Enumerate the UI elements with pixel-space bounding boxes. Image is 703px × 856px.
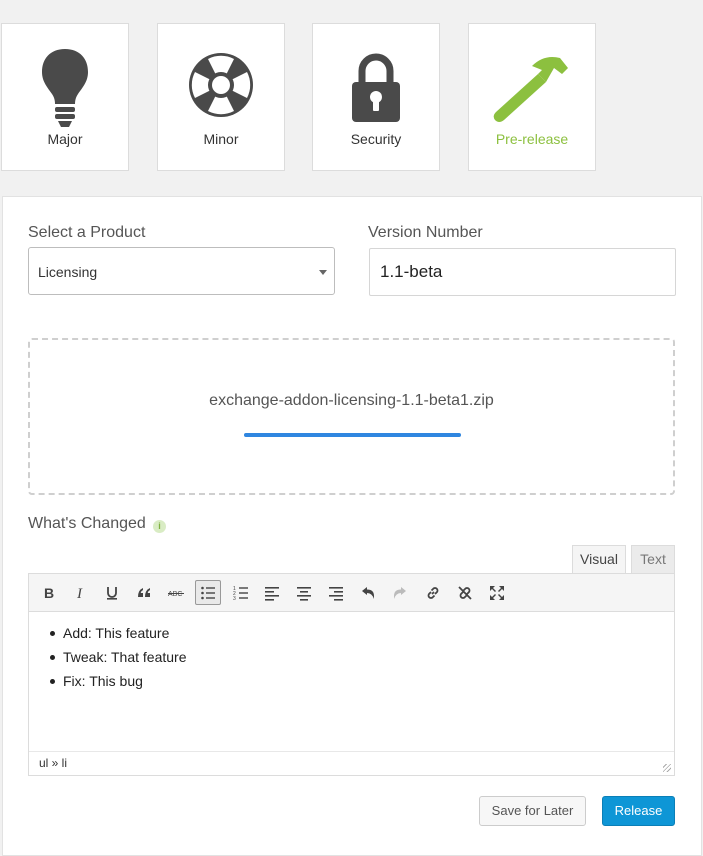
lightbulb-icon — [2, 48, 128, 144]
undo-icon[interactable] — [355, 580, 381, 605]
changes-list: Add: This feature Tweak: That feature Fi… — [49, 623, 186, 695]
editor-statusbar: ul » li — [29, 751, 674, 775]
info-icon[interactable]: i — [153, 520, 166, 533]
align-center-icon[interactable] — [291, 580, 317, 605]
svg-text:B: B — [44, 585, 54, 601]
version-label: Version Number — [368, 224, 483, 241]
bold-icon[interactable]: B — [36, 580, 62, 605]
underline-icon[interactable] — [99, 580, 125, 605]
fullscreen-icon[interactable] — [484, 580, 510, 605]
redo-icon[interactable] — [387, 580, 413, 605]
align-left-icon[interactable] — [259, 580, 285, 605]
editor-toolbar: B I ABC 123 — [29, 574, 674, 612]
product-select[interactable]: Licensing — [28, 247, 335, 295]
blockquote-icon[interactable] — [131, 580, 157, 605]
resize-handle-icon[interactable] — [663, 764, 671, 772]
release-type-prerelease[interactable]: Pre-release — [468, 23, 596, 171]
changelog-editor: B I ABC 123 Add: This feature Tweak: Tha… — [28, 573, 675, 776]
hammer-icon — [469, 48, 595, 144]
bullet-list-icon[interactable] — [195, 580, 221, 605]
upload-progress-fill — [244, 433, 461, 437]
chevron-down-icon — [319, 270, 327, 275]
release-button[interactable]: Release — [602, 796, 675, 826]
element-path: ul » li — [39, 756, 68, 770]
lock-icon — [313, 48, 439, 144]
numbered-list-icon[interactable]: 123 — [228, 580, 254, 605]
list-item: Tweak: That feature — [49, 647, 186, 671]
svg-text:ABC: ABC — [168, 591, 182, 598]
product-label: Select a Product — [28, 224, 146, 241]
aperture-icon — [158, 48, 284, 144]
list-item: Add: This feature — [49, 623, 186, 647]
italic-icon[interactable]: I — [68, 580, 94, 605]
svg-text:I: I — [76, 586, 83, 601]
release-type-label: Pre-release — [495, 131, 569, 147]
release-type-label: Major — [47, 131, 83, 147]
tab-visual[interactable]: Visual — [572, 545, 626, 574]
file-dropzone[interactable]: exchange-addon-licensing-1.1-beta1.zip — [28, 338, 675, 495]
whats-changed-label: What's Changed — [28, 515, 146, 532]
release-type-label: Minor — [203, 131, 239, 147]
upload-progress — [244, 433, 461, 437]
release-type-label: Security — [350, 131, 402, 147]
align-right-icon[interactable] — [323, 580, 349, 605]
save-for-later-button[interactable]: Save for Later — [479, 796, 586, 826]
list-item: Fix: This bug — [49, 671, 186, 695]
unlink-icon[interactable] — [452, 580, 478, 605]
upload-filename: exchange-addon-licensing-1.1-beta1.zip — [209, 392, 494, 409]
release-type-major[interactable]: Major — [1, 23, 129, 171]
version-input[interactable] — [369, 248, 676, 296]
product-select-value: Licensing — [38, 264, 98, 280]
release-type-security[interactable]: Security — [312, 23, 440, 171]
release-type-minor[interactable]: Minor — [157, 23, 285, 171]
tab-text[interactable]: Text — [631, 545, 675, 574]
link-icon[interactable] — [420, 580, 446, 605]
svg-text:3: 3 — [233, 596, 236, 601]
editor-content[interactable]: Add: This feature Tweak: That feature Fi… — [29, 612, 674, 753]
strikethrough-icon[interactable]: ABC — [163, 580, 189, 605]
